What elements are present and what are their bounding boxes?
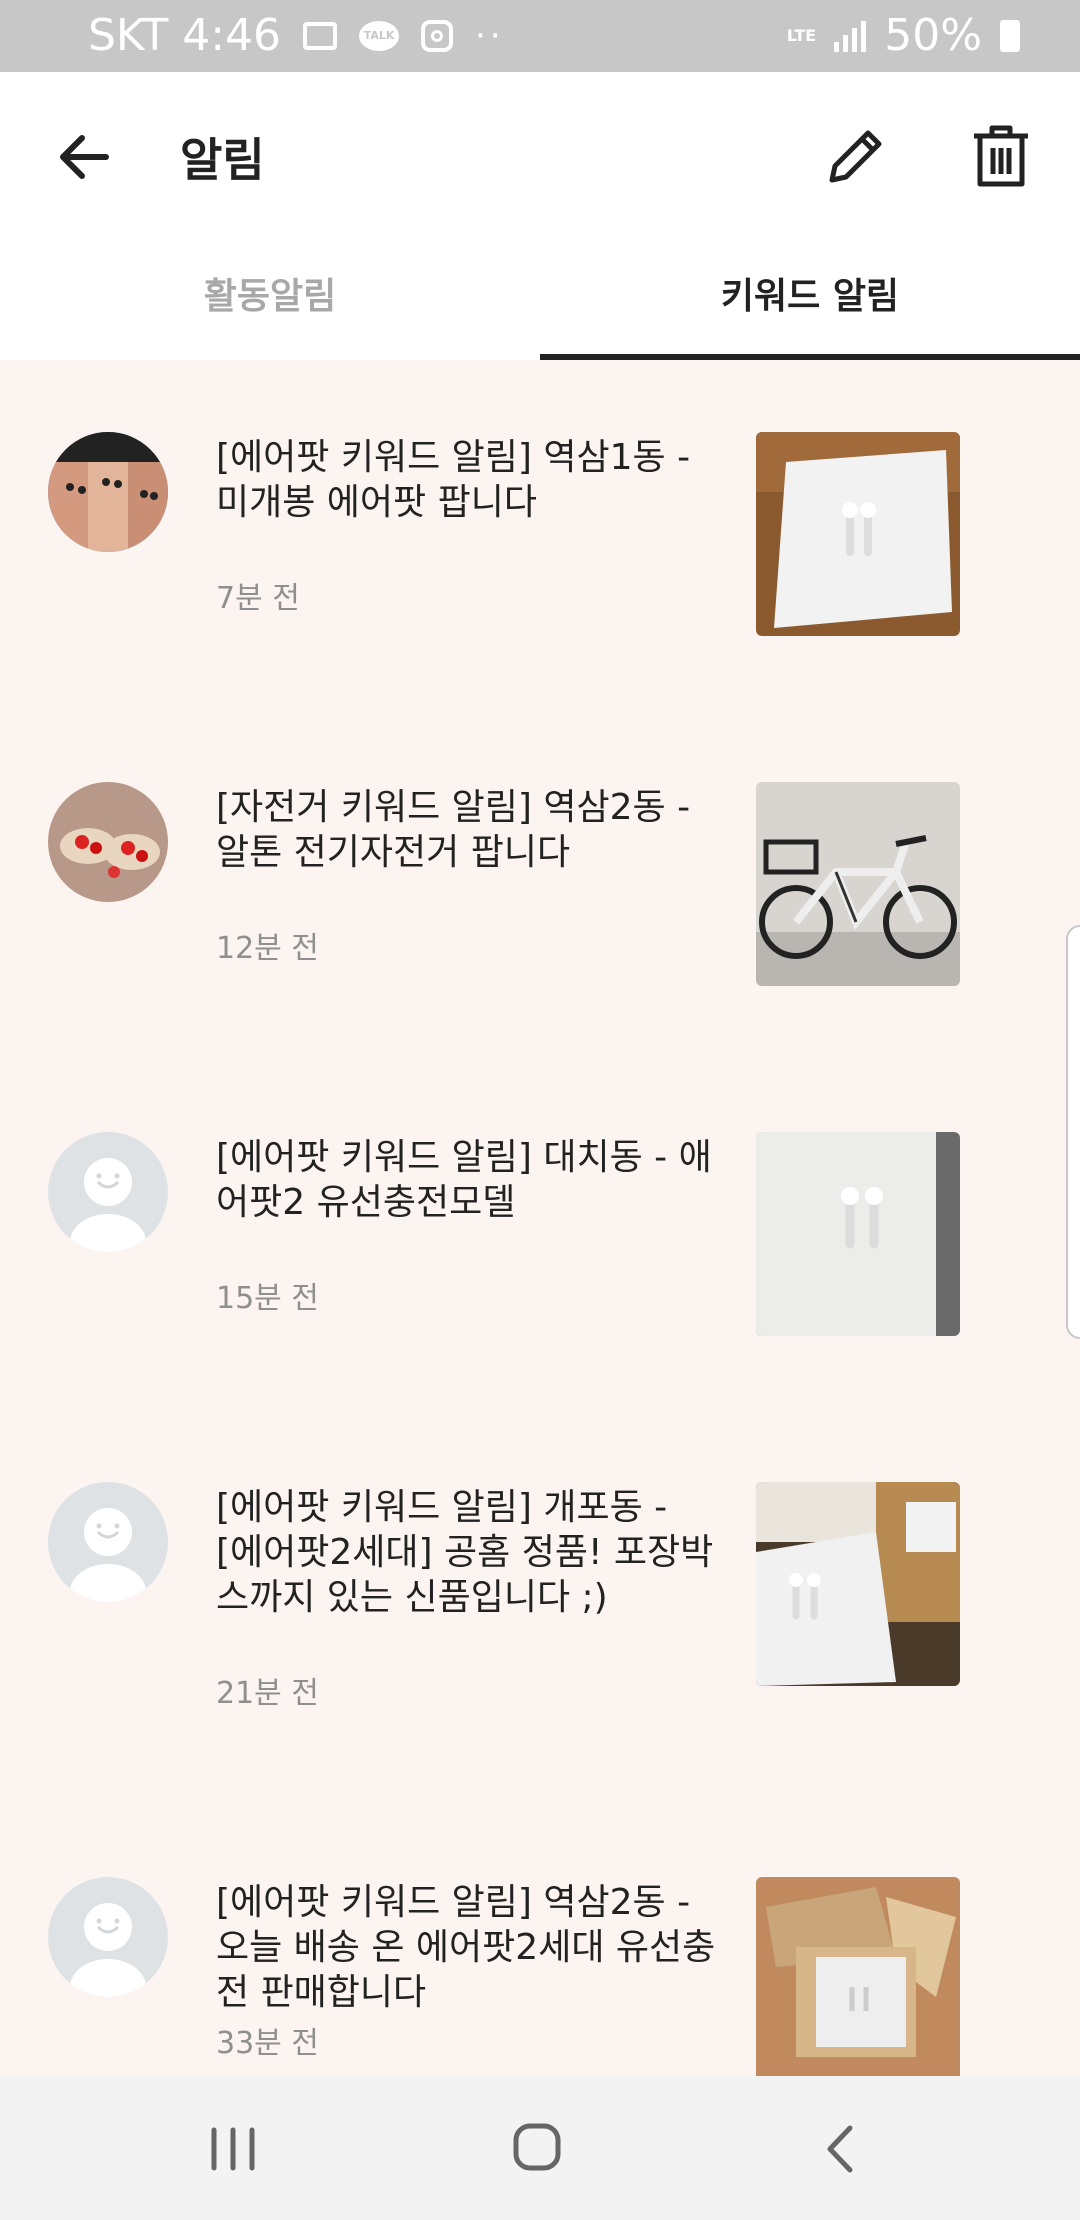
carrier-time: SKT 4:46 [88,10,282,61]
notification-time: 7분 전 [216,581,300,616]
trash-icon [974,125,1028,187]
avatar [48,1877,168,1997]
avatar [48,1482,168,1602]
recent-apps-icon [211,2127,255,2171]
delete-button[interactable] [966,120,1036,192]
avatar [48,782,168,902]
back-button[interactable] [50,122,120,192]
nav-back-icon [827,2125,853,2173]
pencil-icon [829,130,882,183]
signal-icon [834,20,867,52]
notification-time: 12분 전 [216,931,319,966]
notification-time: 15분 전 [216,1281,319,1316]
app-bar: 알림 [0,72,1080,242]
notification-time: 33분 전 [216,2026,319,2061]
item-thumbnail [756,432,960,636]
default-profile-icon [70,1903,146,1997]
notification-title: [자전거 키워드 알림] 역삼2동 - 알톤 전기자전거 팝니다 [216,787,691,873]
network-type: LTE [786,25,817,45]
gallery-notification-icon [303,21,338,50]
kakaotalk-notification-icon: TALK [359,20,400,51]
back-arrow-icon [60,135,109,179]
page-title: 알림 [180,133,265,187]
home-icon [513,2123,561,2171]
item-thumbnail [756,1482,960,1686]
avatar [48,432,168,552]
tab-keyword-notifications[interactable]: 키워드 알림 [540,242,1080,360]
item-thumbnail [756,1132,960,1336]
notification-title: [에어팟 키워드 알림] 역삼1동 - 미개봉 에어팟 팝니다 [216,437,691,523]
tab-activity-notifications[interactable]: 활동알림 [0,242,540,360]
notification-title: [에어팟 키워드 알림] 역삼2동 - 오늘 배송 온 에어팟2세대 유선충전 … [216,1882,716,2013]
status-bar: SKT 4:46 TALK ·· LTE 50% [0,0,1080,72]
notification-list[interactable]: [에어팟 키워드 알림] 역삼1동 - 미개봉 에어팟 팝니다 7분 전 [자전… [0,360,1080,2076]
home-button[interactable] [512,2122,562,2172]
more-notifications-icon: ·· [475,15,505,56]
default-profile-icon [70,1508,146,1602]
battery-icon [1000,19,1020,52]
notification-title: [에어팟 키워드 알림] 대치동 - 애어팟2 유선충전모델 [216,1137,712,1223]
instagram-notification-icon [421,19,454,52]
system-nav-bar [0,2076,1080,2220]
tab-bar: 활동알림 키워드 알림 [0,242,1080,360]
side-scroll-handle[interactable] [1066,925,1080,1339]
item-thumbnail [756,1877,960,2076]
edit-button[interactable] [820,120,892,192]
notification-time: 21분 전 [216,1676,319,1711]
default-profile-icon [70,1158,146,1252]
battery-percent: 50% [884,10,982,61]
nav-back-button[interactable] [820,2124,860,2174]
avatar [48,1132,168,1252]
recent-apps-button[interactable] [208,2126,258,2172]
item-thumbnail [756,782,960,986]
notification-title: [에어팟 키워드 알림] 개포동 - [에어팟2세대] 공홈 정품! 포장박스까… [216,1487,714,1618]
